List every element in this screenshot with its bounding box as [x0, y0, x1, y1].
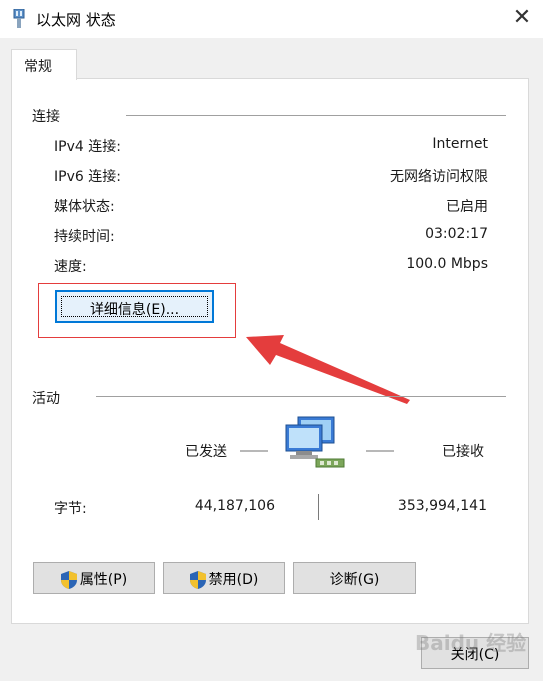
disable-button-label: 禁用(D) [208, 572, 259, 588]
bytes-label: 字节: [54, 501, 87, 517]
network-computers-icon [285, 416, 345, 468]
activity-divider [96, 396, 506, 397]
speed-label: 速度: [54, 259, 87, 275]
properties-button-label: 属性(P) [79, 572, 128, 588]
shield-icon [60, 571, 77, 589]
media-state-label: 媒体状态: [54, 199, 115, 215]
network-adapter-icon [13, 9, 25, 28]
sent-line [240, 450, 268, 452]
details-button-label: 详细信息(E)... [89, 302, 180, 318]
bytes-sent-value: 44,187,106 [194, 498, 275, 514]
ipv4-value: Internet [432, 136, 488, 152]
shield-icon [189, 571, 206, 589]
red-arrow-annotation [246, 335, 410, 404]
ipv6-label: IPv6 连接: [54, 169, 121, 185]
connection-divider [126, 115, 506, 116]
properties-button[interactable]: 属性(P) [33, 562, 155, 594]
media-state-value: 已启用 [446, 199, 488, 215]
window-title: 以太网 状态 [36, 11, 116, 29]
bytes-separator [318, 494, 319, 520]
received-line [366, 450, 394, 452]
duration-value: 03:02:17 [425, 226, 488, 242]
diagnose-button-label: 诊断(G) [329, 572, 380, 588]
diagnose-button[interactable]: 诊断(G) [293, 562, 416, 594]
duration-label: 持续时间: [54, 229, 115, 245]
details-button[interactable]: 详细信息(E)... [55, 290, 214, 323]
bytes-received-value: 353,994,141 [397, 498, 487, 514]
watermark: Baidu 经验 [415, 631, 527, 655]
connection-section-title: 连接 [32, 109, 60, 125]
tab-general-label: 常规 [24, 59, 52, 75]
sent-label: 已发送 [185, 444, 227, 460]
ipv6-value: 无网络访问权限 [390, 169, 488, 185]
close-window-button[interactable]: ✕ [510, 6, 534, 30]
speed-value: 100.0 Mbps [406, 256, 488, 272]
tab-general[interactable]: 常规 [11, 49, 77, 80]
ipv4-label: IPv4 连接: [54, 139, 121, 155]
activity-section-title: 活动 [32, 391, 60, 407]
disable-button[interactable]: 禁用(D) [163, 562, 285, 594]
received-label: 已接收 [442, 444, 484, 460]
